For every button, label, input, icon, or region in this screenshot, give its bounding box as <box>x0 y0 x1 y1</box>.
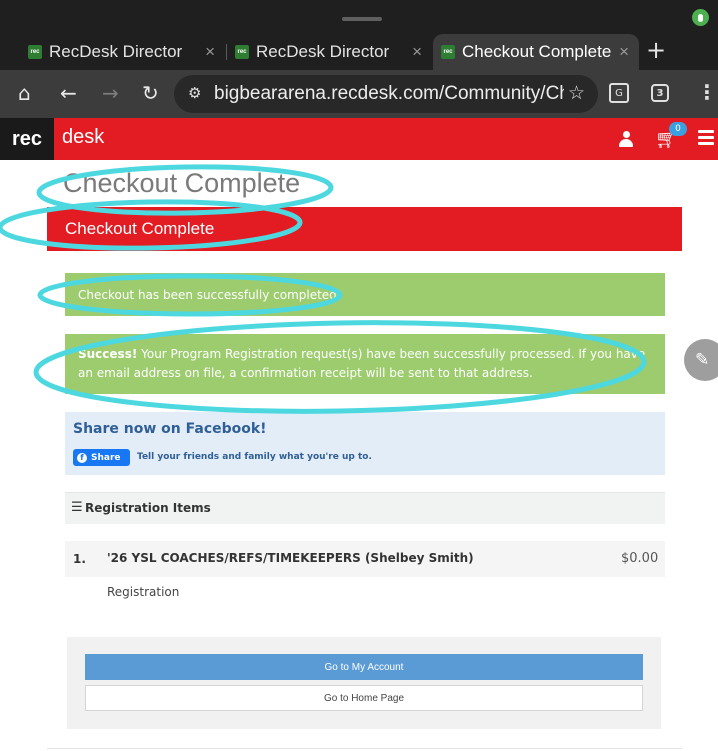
close-tab-icon[interactable]: × <box>619 42 629 62</box>
facebook-icon: f <box>77 452 87 463</box>
close-tab-icon[interactable]: × <box>205 42 215 62</box>
forward-icon[interactable]: → <box>102 80 119 106</box>
item-name: '26 YSL COACHES/REFS/TIMEKEEPERS (Shelbe… <box>107 551 474 565</box>
recdesk-logo-desk[interactable]: desk <box>62 126 104 149</box>
facebook-share-box: Share now on Facebook! f Share Tell your… <box>65 412 665 475</box>
go-to-home-page-button[interactable]: Go to Home Page <box>85 685 643 711</box>
success-message: Your Program Registration request(s) hav… <box>78 347 646 380</box>
go-to-my-account-button[interactable]: Go to My Account <box>85 654 643 680</box>
facebook-share-button[interactable]: f Share <box>73 449 130 466</box>
tab-label: RecDesk Director <box>49 42 183 61</box>
footer-divider <box>47 748 682 749</box>
bookmark-star-icon[interactable]: ☆ <box>568 82 585 104</box>
share-tagline: Tell your friends and family what you're… <box>137 452 372 462</box>
tab-label: Checkout Complete <box>462 42 612 61</box>
address-bar[interactable]: ⚙ bigbeararena.recdesk.com/Community/Ch … <box>174 75 598 113</box>
new-tab-icon[interactable]: + <box>646 36 666 64</box>
drag-handle[interactable] <box>342 17 382 21</box>
close-tab-icon[interactable]: × <box>412 42 422 62</box>
registration-items-title: Registration Items <box>85 501 211 515</box>
action-buttons-panel: Go to My Account Go to Home Page <box>67 637 661 729</box>
recdesk-logo[interactable]: rec <box>0 118 54 160</box>
registration-items-header: ☰ Registration Items <box>65 492 665 524</box>
browser-tabstrip: rec RecDesk Director × rec RecDesk Direc… <box>0 0 718 70</box>
page-title: Checkout Complete <box>63 168 301 198</box>
recdesk-favicon-icon: rec <box>235 45 249 59</box>
checkout-panel-heading: Checkout Complete <box>47 207 682 251</box>
checkout-completed-alert: Checkout has been successfully completed… <box>65 273 665 316</box>
tab-label: RecDesk Director <box>256 42 390 61</box>
url-text[interactable]: bigbeararena.recdesk.com/Community/Ch <box>214 83 564 105</box>
translate-icon[interactable]: G <box>609 83 629 103</box>
browser-toolbar: ⌂ ← → ↻ ⚙ bigbeararena.recdesk.com/Commu… <box>0 70 718 118</box>
hamburger-menu-icon[interactable] <box>698 130 714 146</box>
list-icon: ☰ <box>71 500 83 515</box>
tab-switcher-button[interactable]: 3 <box>651 84 669 102</box>
share-button-label: Share <box>91 452 121 463</box>
tab-recdesk-director-2[interactable]: rec RecDesk Director × <box>227 34 432 70</box>
success-label: Success! <box>78 347 138 361</box>
success-alert: Success! Your Program Registration reque… <box>65 334 665 394</box>
back-icon[interactable]: ← <box>60 80 77 106</box>
item-type: Registration <box>107 585 180 599</box>
home-icon[interactable]: ⌂ <box>18 80 31 106</box>
user-icon[interactable] <box>619 131 633 147</box>
site-header: rec desk 🛒︎ 0 <box>0 118 718 160</box>
cart-count-badge: 0 <box>669 122 687 136</box>
item-number: 1. <box>73 552 86 566</box>
recdesk-favicon-icon: rec <box>441 45 455 59</box>
microphone-icon[interactable] <box>692 9 709 26</box>
table-row: 1. '26 YSL COACHES/REFS/TIMEKEEPERS (She… <box>65 541 665 577</box>
share-title: Share now on Facebook! <box>73 421 267 437</box>
recdesk-favicon-icon: rec <box>28 45 42 59</box>
tab-recdesk-director-1[interactable]: rec RecDesk Director × <box>20 34 225 70</box>
panel-heading-text: Checkout Complete <box>65 219 215 238</box>
site-settings-icon[interactable]: ⚙ <box>188 84 201 102</box>
more-menu-icon[interactable]: ⋮ <box>697 80 717 104</box>
tab-checkout-complete[interactable]: rec Checkout Complete × <box>433 34 639 70</box>
item-price: $0.00 <box>621 551 659 566</box>
reload-icon[interactable]: ↻ <box>142 80 159 106</box>
alert-completed-text: Checkout has been successfully completed… <box>78 288 342 302</box>
edit-pencil-icon[interactable]: ✎ <box>684 339 718 381</box>
